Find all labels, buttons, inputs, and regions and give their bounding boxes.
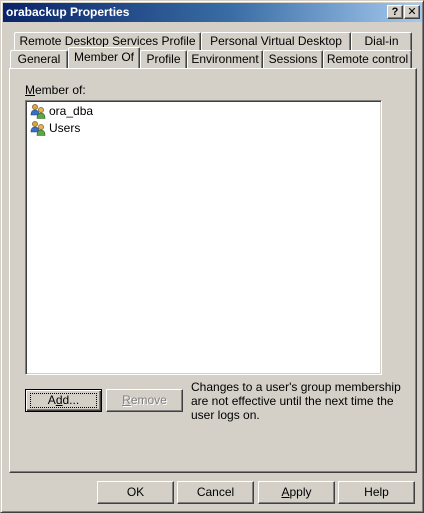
tab-label: Member Of bbox=[73, 50, 134, 64]
member-of-tab-panel: Member of: ora_dba Users Add... Remove C… bbox=[9, 68, 417, 473]
cancel-button[interactable]: Cancel bbox=[177, 481, 254, 504]
close-caption-button[interactable]: ✕ bbox=[404, 5, 420, 19]
remove-button[interactable]: Remove bbox=[106, 389, 183, 412]
help-caption-button[interactable]: ? bbox=[387, 5, 403, 19]
ok-button[interactable]: OK bbox=[97, 481, 174, 504]
cancel-button-label: Cancel bbox=[196, 485, 235, 499]
member-of-list[interactable]: ora_dba Users bbox=[25, 100, 382, 375]
help-button-label: Help bbox=[364, 485, 389, 499]
tab-personal-virtual-desktop[interactable]: Personal Virtual Desktop bbox=[201, 32, 351, 51]
tab-label: Remote control bbox=[326, 52, 409, 66]
question-mark-icon: ? bbox=[391, 6, 399, 18]
tab-remote-control[interactable]: Remote control bbox=[323, 50, 412, 69]
list-item-users[interactable]: Users bbox=[30, 120, 80, 136]
member-of-label-text: ember of: bbox=[35, 83, 86, 97]
tab-general[interactable]: General bbox=[10, 50, 68, 69]
tab-sessions[interactable]: Sessions bbox=[263, 50, 323, 69]
tab-dial-in[interactable]: Dial-in bbox=[351, 32, 412, 51]
ok-button-label: OK bbox=[126, 485, 145, 499]
window-title: orabackup Properties bbox=[6, 5, 130, 19]
tab-label: Environment bbox=[191, 52, 259, 66]
tab-member-of[interactable]: Member Of bbox=[68, 47, 140, 68]
tab-environment[interactable]: Environment bbox=[187, 50, 263, 69]
tab-label: Personal Virtual Desktop bbox=[210, 34, 342, 48]
tab-label: General bbox=[17, 52, 61, 66]
member-of-label-mnemonic: M bbox=[25, 83, 35, 97]
tab-profile[interactable]: Profile bbox=[140, 50, 187, 69]
focus-indicator bbox=[30, 393, 97, 408]
tab-label: Profile bbox=[146, 52, 181, 66]
tab-label: Remote Desktop Services Profile bbox=[19, 34, 196, 48]
remove-button-mnemonic: R bbox=[122, 393, 131, 407]
apply-button[interactable]: Apply bbox=[258, 481, 335, 504]
remove-button-label: emove bbox=[130, 393, 167, 407]
title-bar[interactable]: orabackup Properties ? ✕ bbox=[3, 3, 422, 22]
properties-dialog: orabackup Properties ? ✕ Remote Desktop … bbox=[0, 0, 424, 513]
membership-note: Changes to a user's group membership are… bbox=[191, 380, 401, 422]
group-name: ora_dba bbox=[49, 104, 94, 118]
group-icon bbox=[30, 104, 46, 119]
group-icon bbox=[30, 121, 46, 136]
help-button[interactable]: Help bbox=[338, 481, 415, 504]
apply-button-label: pply bbox=[289, 485, 312, 499]
add-button[interactable]: Add... bbox=[25, 389, 102, 412]
close-icon: ✕ bbox=[407, 6, 417, 18]
group-name: Users bbox=[49, 121, 81, 135]
list-item-ora-dba[interactable]: ora_dba bbox=[30, 103, 93, 119]
tab-label: Dial-in bbox=[364, 34, 399, 48]
member-of-label: Member of: bbox=[25, 83, 86, 97]
tab-label: Sessions bbox=[268, 52, 318, 66]
apply-button-mnemonic: A bbox=[281, 485, 290, 499]
